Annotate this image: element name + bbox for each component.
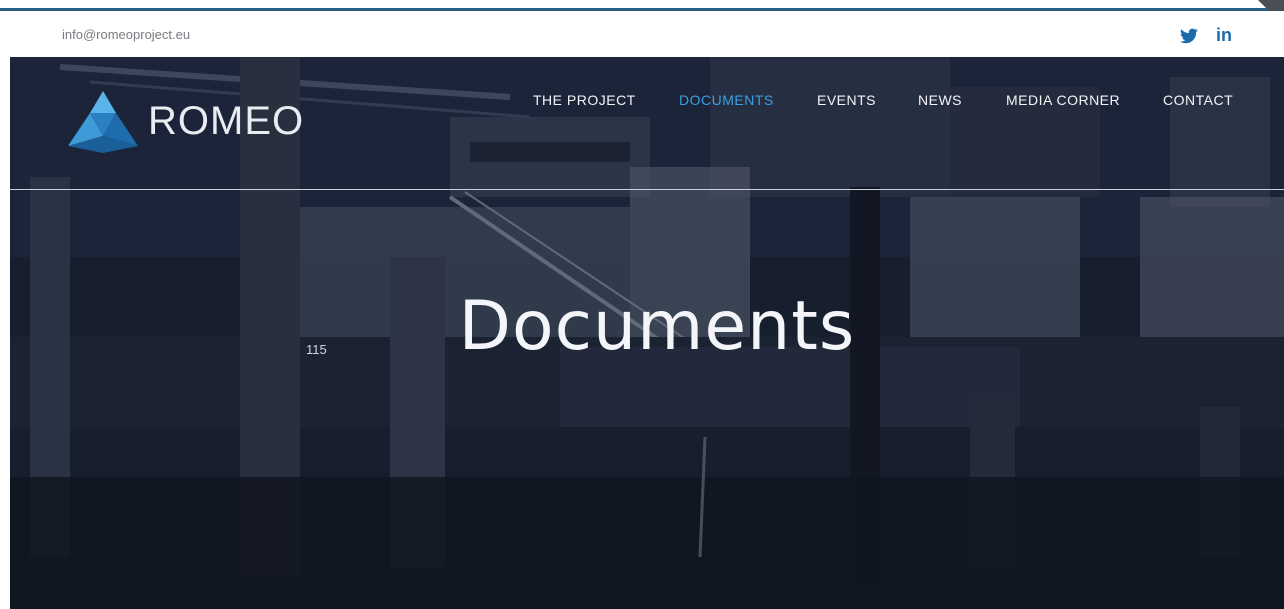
nav-item-the-project[interactable]: THE PROJECT (533, 92, 636, 108)
linkedin-icon[interactable]: in (1216, 25, 1232, 46)
nav-item-events[interactable]: EVENTS (817, 92, 876, 108)
nav-item-documents[interactable]: DOCUMENTS (679, 92, 774, 108)
contact-email-link[interactable]: info@romeoproject.eu (62, 27, 190, 42)
header-divider (10, 189, 1284, 190)
nav-item-contact[interactable]: CONTACT (1163, 92, 1233, 108)
nav-item-news[interactable]: NEWS (918, 92, 962, 108)
page-title: Documents (458, 287, 856, 366)
twitter-icon[interactable] (1180, 28, 1198, 44)
nav-item-media-corner[interactable]: MEDIA CORNER (1006, 92, 1120, 108)
main-nav: THE PROJECT DOCUMENTS EVENTS NEWS MEDIA … (10, 92, 1284, 112)
hero-banner: 115 ROMEO THE PROJECT DOCUMENTS EVENTS N… (10, 57, 1284, 609)
top-bar: info@romeoproject.eu in (0, 11, 1284, 57)
